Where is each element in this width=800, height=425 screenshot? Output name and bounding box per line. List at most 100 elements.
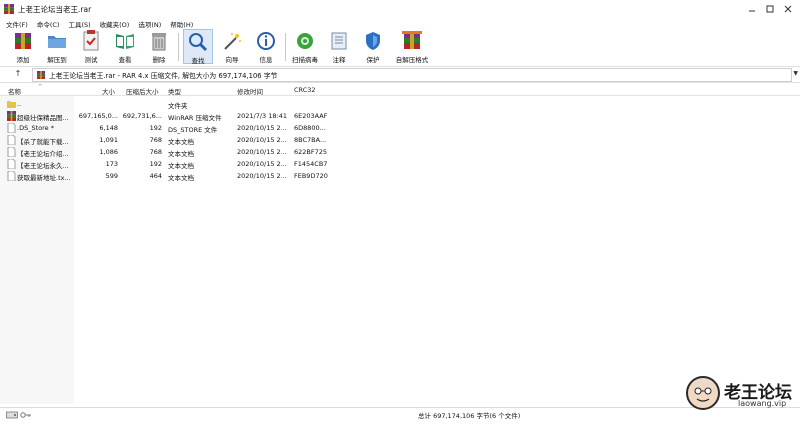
list-header: 名称 ^ 大小 压缩后大小 类型 修改时间 CRC32 <box>0 84 800 96</box>
table-row[interactable]: .. 文件夹 <box>0 98 800 110</box>
column-header-size[interactable]: 大小 <box>102 86 115 96</box>
comment-button[interactable]: 注释 <box>324 29 354 64</box>
find-label: 查找 <box>191 57 205 65</box>
file-size: 1,091 <box>99 136 118 144</box>
menu-help[interactable]: 帮助(H) <box>170 19 193 29</box>
document-icon <box>7 170 16 182</box>
file-name: .DS_Store * <box>17 124 54 132</box>
document-icon <box>7 122 16 134</box>
disk-icon <box>6 411 18 419</box>
file-modified: 2020/10/15 2... <box>237 172 287 180</box>
document-icon <box>7 134 16 146</box>
file-modified: 2021/7/3 18:41 <box>237 112 287 120</box>
chevron-down-icon[interactable]: ▼ <box>793 70 798 77</box>
menu-commands[interactable]: 命令(C) <box>37 19 60 29</box>
virus-scan-icon <box>294 30 316 52</box>
menu-bar: 文件(F) 命令(C) 工具(S) 收藏夹(O) 选项(N) 帮助(H) <box>0 18 800 29</box>
add-label: 添加 <box>16 56 30 64</box>
file-type: 文本文档 <box>168 138 194 146</box>
file-packed: 192 <box>149 124 162 132</box>
delete-icon <box>148 30 170 52</box>
file-name: 【老王论坛永久... <box>17 162 69 170</box>
delete-button[interactable]: 删除 <box>144 29 174 64</box>
key-icon <box>20 411 32 419</box>
up-arrow-icon[interactable]: ↑ <box>8 69 28 78</box>
virus-scan-button[interactable]: 扫描病毒 <box>290 29 320 64</box>
table-row[interactable]: 【老王论坛介绍... 1,086 768 文本文档 2020/10/15 2..… <box>0 146 800 158</box>
table-row[interactable]: .DS_Store * 6,148 192 DS_STORE 文件 2020/1… <box>0 122 800 134</box>
find-button[interactable]: 查找 <box>183 29 213 65</box>
info-icon <box>255 30 277 52</box>
watermark-url: laowang.vip <box>738 399 787 408</box>
file-size: 6,148 <box>99 124 118 132</box>
address-field[interactable]: 上老王论坛当老王.rar - RAR 4.x 压缩文件, 解包大小为 697,1… <box>32 68 792 82</box>
winrar-app-icon <box>4 4 14 14</box>
file-name: 【杀了就能下载... <box>17 138 69 146</box>
wizard-label: 向导 <box>225 56 239 64</box>
file-modified: 2020/10/15 2... <box>237 136 287 144</box>
file-name: .. <box>17 100 22 108</box>
column-header-crc[interactable]: CRC32 <box>294 86 316 94</box>
column-header-name[interactable]: 名称 <box>8 86 21 96</box>
maximize-icon[interactable] <box>763 3 777 15</box>
column-header-type[interactable]: 类型 <box>168 86 181 96</box>
sfx-label: 自解压格式 <box>395 56 429 64</box>
file-name: 【老王论坛介绍... <box>17 150 69 158</box>
watermark: 老王论坛 laowang.vip <box>686 376 796 412</box>
address-text: 上老王论坛当老王.rar - RAR 4.x 压缩文件, 解包大小为 697,1… <box>49 72 278 80</box>
file-size: 1,086 <box>99 148 118 156</box>
file-crc: FEB9D720 <box>294 172 328 180</box>
menu-options[interactable]: 选项(N) <box>138 19 161 29</box>
folder-icon <box>7 99 16 109</box>
file-size: 599 <box>105 172 118 180</box>
add-button[interactable]: 添加 <box>8 29 38 64</box>
toolbar-divider <box>178 33 179 61</box>
file-crc: 6D8800... <box>294 124 326 132</box>
extract-to-button[interactable]: 解压到 <box>42 29 72 64</box>
delete-label: 删除 <box>152 56 166 64</box>
file-modified: 2020/10/15 2... <box>237 160 287 168</box>
file-crc: 8BC7BA... <box>294 136 327 144</box>
protect-button[interactable]: 保护 <box>358 29 388 64</box>
wizard-button[interactable]: 向导 <box>217 29 247 64</box>
view-button[interactable]: 查看 <box>110 29 140 64</box>
menu-tools[interactable]: 工具(S) <box>68 19 90 29</box>
protect-icon <box>362 30 384 52</box>
mascot-face-icon <box>686 376 720 410</box>
file-size: 173 <box>105 160 118 168</box>
comment-icon <box>328 30 350 52</box>
menu-favorites[interactable]: 收藏夹(O) <box>100 19 130 29</box>
table-row[interactable]: 获取最新地址.tx... 599 464 文本文档 2020/10/15 2..… <box>0 170 800 182</box>
minimize-icon[interactable] <box>745 3 759 15</box>
file-packed: 768 <box>149 136 162 144</box>
window-title: 上老王论坛当老王.rar <box>18 4 92 14</box>
sfx-button[interactable]: 自解压格式 <box>392 29 432 64</box>
table-row[interactable]: 【杀了就能下载... 1,091 768 文本文档 2020/10/15 2..… <box>0 134 800 146</box>
file-modified: 2020/10/15 2... <box>237 148 287 156</box>
file-crc: 622BF725 <box>294 148 328 156</box>
protect-label: 保护 <box>366 56 380 64</box>
test-button[interactable]: 测试 <box>76 29 106 64</box>
menu-file[interactable]: 文件(F) <box>6 19 28 29</box>
test-label: 测试 <box>84 56 98 64</box>
status-text: 总计 697,174,106 字节(6 个文件) <box>418 411 521 420</box>
sort-arrow-icon: ^ <box>38 84 43 90</box>
column-header-modified[interactable]: 修改时间 <box>237 86 263 96</box>
file-size: 697,165,0... <box>78 112 118 120</box>
title-bar: 上老王论坛当老王.rar <box>0 0 800 18</box>
view-label: 查看 <box>118 56 132 64</box>
rar-file-icon <box>37 71 45 79</box>
file-crc: 6E203AAF <box>294 112 328 120</box>
status-bar: 总计 697,174,106 字节(6 个文件) <box>0 407 800 421</box>
document-icon <box>7 146 16 158</box>
file-type: 文本文档 <box>168 150 194 158</box>
column-header-packed[interactable]: 压缩后大小 <box>126 86 159 96</box>
info-button[interactable]: 信息 <box>251 29 281 64</box>
table-row[interactable]: 超级壮保精品图... 697,165,0... 692,731,6... Win… <box>0 110 800 122</box>
document-icon <box>7 158 16 170</box>
wizard-icon <box>221 30 243 52</box>
toolbar: 添加 解压到 测试 查看 删除 查找 向导 信息 扫描病毒 注释 保护 自解压格… <box>0 29 800 65</box>
table-row[interactable]: 【老王论坛永久... 173 192 文本文档 2020/10/15 2... … <box>0 158 800 170</box>
virus-scan-label: 扫描病毒 <box>292 56 318 64</box>
close-icon[interactable] <box>781 3 795 15</box>
